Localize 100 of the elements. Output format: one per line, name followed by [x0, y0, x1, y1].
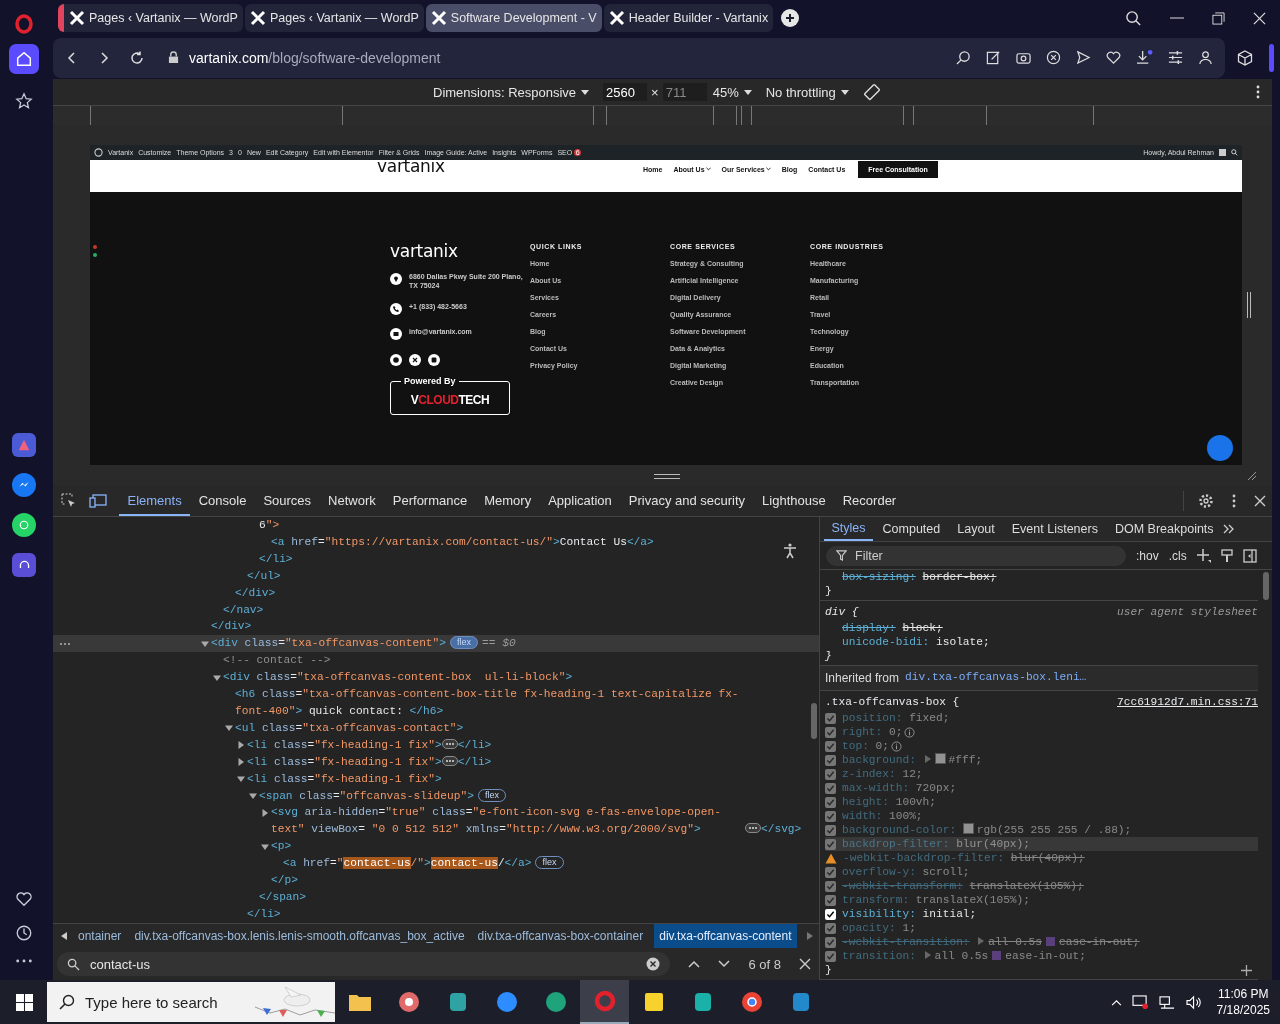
property-checkbox[interactable] [825, 908, 836, 920]
clear-icon[interactable] [646, 957, 661, 971]
css-declaration[interactable]: -webkit-transition: all 0.5s ease-in-out; [842, 935, 1140, 949]
chevron-up-icon[interactable] [1110, 998, 1122, 1006]
minimize-icon[interactable] [1170, 17, 1184, 20]
dom-node[interactable]: </div> [211, 618, 252, 636]
url-text[interactable]: vartanix.com/blog/software-development [189, 49, 441, 66]
devtools-tab[interactable]: Console [190, 485, 255, 516]
chat-app-icon[interactable] [12, 473, 36, 497]
paint-roller-icon[interactable] [1220, 548, 1233, 563]
social-icon[interactable] [409, 354, 421, 366]
property-checkbox[interactable] [825, 726, 836, 738]
device-toggle-icon[interactable] [89, 493, 107, 508]
property-checkbox[interactable] [825, 838, 836, 850]
expand-triangle-icon[interactable] [924, 951, 931, 959]
home-icon[interactable] [9, 44, 39, 74]
search-input[interactable]: Type here to search [83, 992, 247, 1012]
restore-icon[interactable] [1212, 11, 1225, 25]
property-checkbox[interactable] [825, 768, 836, 780]
color-swatch[interactable] [962, 823, 974, 834]
selected-row[interactable]: <div class="txa-offcanvas-content"> flex == $0 [53, 635, 819, 653]
dom-node[interactable]: </li> [259, 550, 293, 568]
css-declaration[interactable]: background: #fff; [842, 753, 983, 767]
rotate-icon[interactable] [862, 83, 881, 101]
flex-badge[interactable]: flex [450, 636, 479, 650]
scroll-right-icon[interactable] [807, 932, 813, 940]
person-icon[interactable] [1198, 50, 1213, 66]
clock-time[interactable]: 11:06 PM [1218, 986, 1269, 1002]
search-icon[interactable] [1231, 149, 1238, 156]
css-declaration[interactable]: transform: translateX(105%); [842, 893, 1030, 907]
phone-chat-app-icon[interactable] [12, 513, 36, 537]
expand-triangle-icon[interactable] [201, 639, 209, 648]
close-icon[interactable] [1253, 11, 1266, 25]
css-declaration[interactable]: backdrop-filter: blur(40px); [842, 837, 1030, 851]
scrollbar-thumb[interactable] [1263, 572, 1269, 600]
browser-tab[interactable]: Pages ‹ Vartanix — WordP [58, 4, 243, 33]
expand-triangle-icon[interactable] [261, 842, 269, 851]
dom-node[interactable]: <a href="https://vartanix.com/contact-us/">Contact Us</a> [271, 533, 654, 551]
search-input[interactable]: contact-us [88, 955, 639, 973]
ellipsis-pill-icon[interactable] [441, 738, 458, 749]
monitor-icon[interactable] [1131, 994, 1149, 1010]
expand-triangle-icon[interactable] [237, 758, 245, 767]
expand-triangle-icon[interactable] [924, 755, 931, 763]
network-icon[interactable] [1158, 994, 1176, 1010]
scroll-left-icon[interactable] [61, 932, 67, 940]
hover-state-toggle[interactable]: :hov [1136, 548, 1159, 563]
blocker-icon[interactable] [1046, 50, 1061, 66]
height-field[interactable]: 711 [662, 83, 707, 101]
property-checkbox[interactable] [825, 796, 836, 808]
css-declaration[interactable]: overflow-y: scroll; [842, 865, 970, 879]
property-checkbox[interactable] [825, 922, 836, 934]
more-icon[interactable] [15, 958, 33, 964]
class-toggle[interactable]: .cls [1168, 548, 1187, 563]
headphones-app-icon[interactable] [12, 553, 36, 577]
dom-node[interactable]: </ul> [247, 567, 281, 585]
zoom-dropdown[interactable]: 45% [712, 84, 752, 100]
styles-tab[interactable]: Styles [824, 517, 874, 541]
filter-input[interactable]: Filter [853, 547, 1116, 564]
dom-node[interactable]: <svg aria-hidden="true" class="e-font-icon-svg e-fas-envelope-open-text" viewBox= "0 0 512 512" xmlns="http://www.w3.org/2000/svg"> [271, 804, 745, 839]
clock-date[interactable]: 7/18/2025 [1216, 1002, 1270, 1018]
sliders-icon[interactable] [1168, 50, 1183, 66]
property-checkbox[interactable] [825, 782, 836, 794]
footer-logo[interactable]: vartanix [390, 243, 530, 260]
speaker-icon[interactable] [1185, 994, 1203, 1010]
css-declaration[interactable]: -webkit-transform: translateX(105%); [842, 879, 1084, 893]
property-checkbox[interactable] [825, 754, 836, 766]
expand-triangle-icon[interactable] [237, 741, 245, 750]
throttling-dropdown[interactable]: No throttling [765, 84, 849, 100]
dom-node[interactable]: 6"> [259, 517, 280, 534]
heart-icon[interactable] [15, 890, 33, 908]
forward-icon[interactable] [98, 51, 110, 64]
styles-tab[interactable]: Event Listeners [1004, 517, 1106, 541]
expand-triangle-icon[interactable] [249, 792, 257, 800]
close-icon[interactable] [799, 958, 811, 970]
property-checkbox[interactable] [825, 712, 836, 724]
resize-corner-icon[interactable] [1247, 471, 1257, 481]
scrollbar-thumb[interactable] [811, 703, 817, 739]
dom-node[interactable]: <ul class="txa-offcanvas-contact"> [235, 719, 464, 737]
expand-triangle-icon[interactable] [261, 808, 269, 817]
devtools-tab[interactable]: Memory [475, 485, 540, 516]
css-declaration[interactable]: display: block; [842, 621, 943, 635]
resize-handle[interactable] [1247, 292, 1251, 318]
dom-node[interactable]: </span> [259, 888, 306, 906]
property-checkbox[interactable] [825, 824, 836, 836]
devtools-tab[interactable]: Privacy and security [620, 485, 754, 516]
devtools-tab[interactable]: Lighthouse [753, 485, 835, 516]
inherited-link[interactable]: div.txa-offcanvas-box.leni… [905, 671, 1087, 685]
browser-tab[interactable]: Pages ‹ Vartanix — WordP [244, 4, 424, 33]
dom-node[interactable]: <span class="offcanvas-slideup"> [259, 787, 474, 805]
kebab-menu-icon[interactable] [1232, 493, 1236, 508]
clock-icon[interactable] [15, 924, 33, 942]
download-icon[interactable] [1136, 50, 1153, 66]
heart-icon[interactable] [1106, 50, 1121, 66]
browser-logo-icon[interactable] [14, 14, 34, 34]
dom-node[interactable]: <div class="txa-offcanvas-content-box ul-li-block"> [223, 669, 573, 687]
devtools-tab[interactable]: Application [539, 485, 621, 516]
breadcrumb[interactable]: ontainer [76, 924, 124, 948]
ring-app-icon[interactable] [580, 980, 629, 1024]
search-field[interactable]: contact-us [57, 952, 671, 976]
previous-match-icon[interactable] [688, 960, 701, 968]
